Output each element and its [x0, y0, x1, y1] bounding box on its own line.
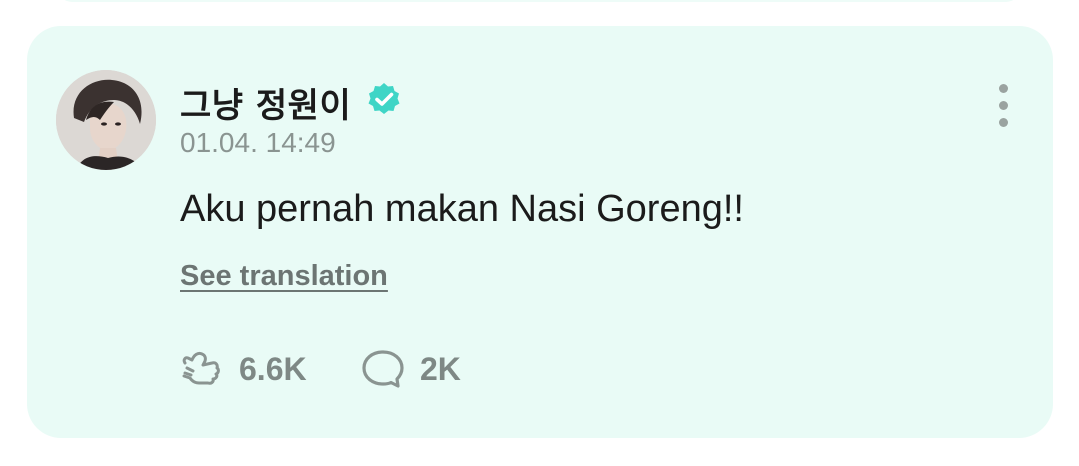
comment-bubble-icon: [362, 350, 404, 388]
previous-card-edge: [58, 0, 1020, 2]
verified-check-icon: [368, 83, 400, 114]
post-card: 그냥 정원이 01.04. 14:49 Aku pernah makan Nas…: [27, 26, 1053, 438]
like-count: 6.6K: [239, 350, 307, 387]
comment-count: 2K: [420, 350, 461, 387]
like-hand-icon: [182, 351, 220, 385]
like-button[interactable]: 6.6K: [179, 347, 307, 391]
see-translation-link[interactable]: See translation: [180, 260, 388, 293]
avatar-image: [56, 70, 156, 170]
post-timestamp: 01.04. 14:49: [180, 127, 336, 158]
author-avatar[interactable]: [56, 70, 156, 170]
post-body-text: Aku pernah makan Nasi Goreng!!: [180, 188, 744, 230]
author-name[interactable]: 그냥 정원이: [180, 78, 351, 127]
more-options-button[interactable]: [985, 78, 1021, 134]
comment-button[interactable]: 2K: [360, 347, 461, 391]
